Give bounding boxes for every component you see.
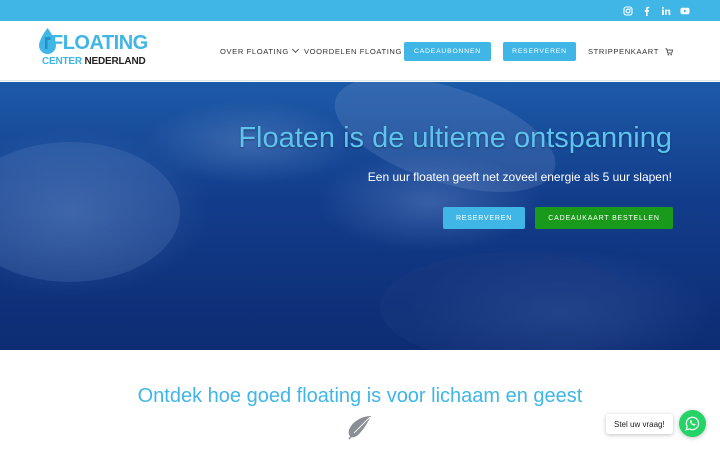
hero-cadeaukaart-label: CADEAUKAART BESTELLEN bbox=[548, 214, 660, 222]
nav-reserveren-button[interactable]: RESERVEREN bbox=[503, 42, 576, 61]
feather-icon bbox=[348, 416, 371, 440]
logo-text: FLOATING bbox=[51, 32, 148, 54]
intro-heading: Ontdek hoe goed floating is voor lichaam… bbox=[137, 385, 583, 407]
chevron-down-icon bbox=[291, 45, 299, 54]
instagram-icon[interactable] bbox=[623, 5, 633, 16]
nav-over-floating[interactable]: OVER FLOATING bbox=[220, 42, 299, 60]
hero-reserveren-button[interactable]: RESERVEREN bbox=[443, 207, 525, 229]
hero-subtitle: Een uur floaten geeft net zoveel energie… bbox=[367, 170, 672, 184]
social-links bbox=[623, 0, 690, 21]
nav-strippenkaart[interactable]: STRIPPENKAART bbox=[588, 42, 659, 60]
nav-strippenkaart-label: STRIPPENKAART bbox=[588, 46, 659, 56]
hero-bg-shape bbox=[380, 252, 640, 350]
youtube-icon[interactable] bbox=[680, 6, 690, 16]
hero-title: Floaten is de ultieme ontspanning bbox=[238, 122, 672, 154]
hero-bg-shape bbox=[0, 142, 180, 282]
site-header: FLOATING CENTER NEDERLAND OVER FLOATING … bbox=[0, 21, 720, 81]
top-bar bbox=[0, 0, 720, 21]
logo-subtext: CENTER NEDERLAND bbox=[42, 56, 146, 68]
logo-subtext-nederland: NEDERLAND bbox=[84, 56, 146, 67]
nav-voordelen-floating-label: VOORDELEN FLOATING bbox=[304, 46, 403, 56]
site-logo[interactable]: FLOATING CENTER NEDERLAND bbox=[39, 27, 148, 73]
facebook-icon[interactable] bbox=[642, 6, 652, 16]
whatsapp-icon bbox=[685, 416, 700, 431]
logo-subtext-center: CENTER bbox=[42, 56, 82, 67]
chat-prompt[interactable]: Stel uw vraag! bbox=[606, 414, 673, 434]
nav-cadeaubonnen-label: CADEAUBONNEN bbox=[413, 48, 481, 55]
linkedin-icon[interactable] bbox=[661, 6, 671, 16]
cart-icon[interactable] bbox=[665, 48, 673, 56]
hero-reserveren-label: RESERVEREN bbox=[455, 214, 513, 222]
hero-cadeaukaart-button[interactable]: CADEAUKAART BESTELLEN bbox=[535, 207, 673, 229]
nav-over-floating-label: OVER FLOATING bbox=[220, 46, 289, 56]
nav-cadeaubonnen-button[interactable]: CADEAUBONNEN bbox=[404, 42, 491, 61]
nav-reserveren-label: RESERVEREN bbox=[512, 48, 567, 55]
whatsapp-chat-button[interactable] bbox=[679, 410, 706, 437]
hero-banner: Floaten is de ultieme ontspanning Een uu… bbox=[0, 82, 720, 350]
nav-voordelen-floating[interactable]: VOORDELEN FLOATING bbox=[304, 42, 402, 60]
